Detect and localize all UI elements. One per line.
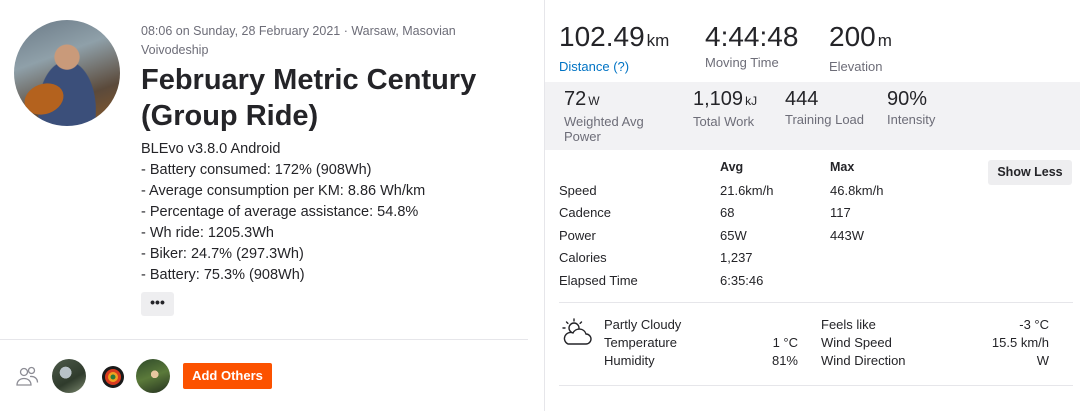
row-avg: 6:35:46 <box>720 273 764 288</box>
wind-speed-value: 15.5 km/h <box>991 335 1049 350</box>
row-label: Calories <box>559 250 607 265</box>
activity-meta: 08:06 on Sunday, 28 February 2021 · Wars… <box>141 24 456 57</box>
stat-value: 200 <box>829 21 876 52</box>
row-label: Speed <box>559 183 597 198</box>
temperature-value: 1 °C <box>772 335 798 350</box>
add-others-button[interactable]: Add Others <box>183 363 272 389</box>
stat-unit: m <box>877 31 892 50</box>
stat-value: 4:44:48 <box>705 21 799 52</box>
description-line: - Battery: 75.3% (908Wh) <box>141 267 305 283</box>
wind-direction-value: W <box>1036 353 1049 368</box>
stat-unit: km <box>646 31 670 50</box>
divider <box>0 339 528 340</box>
description-line: - Biker: 24.7% (297.3Wh) <box>141 246 304 262</box>
stat-moving-time: 4:44:48 Moving Time <box>705 20 798 71</box>
row-avg: 68 <box>720 205 735 220</box>
show-less-button[interactable]: Show Less <box>988 160 1072 185</box>
row-label: Elapsed Time <box>559 273 638 288</box>
group-athlete-avatar[interactable] <box>136 359 170 393</box>
description-line: - Average consumption per KM: 8.86 Wh/km <box>141 183 426 199</box>
stat-value: 102.49 <box>559 21 645 52</box>
stat-total-work: 1,109 kJ Total Work <box>693 88 757 129</box>
divider <box>559 385 1073 386</box>
row-avg: 1,237 <box>720 250 753 265</box>
partly-cloudy-icon <box>562 318 592 345</box>
feels-like-label: Feels like <box>821 317 876 332</box>
wind-direction-label: Wind Direction <box>821 353 906 368</box>
stat-weighted-avg-power: 72 W Weighted Avg Power <box>564 88 674 144</box>
row-max: 46.8km/h <box>830 183 884 198</box>
stat-value: 444 <box>785 88 819 110</box>
group-icon <box>16 366 39 386</box>
row-max: 443W <box>830 228 864 243</box>
stat-value: 90% <box>887 88 928 110</box>
table-row: Calories 1,237 <box>559 248 889 268</box>
athlete-avatar[interactable] <box>14 20 120 126</box>
row-label: Cadence <box>559 205 612 220</box>
description-line: - Battery consumed: 172% (908Wh) <box>141 162 372 178</box>
table-row: Elapsed Time 6:35:46 <box>559 271 889 291</box>
stat-elevation: 200 m Elevation <box>829 20 892 75</box>
activity-stats: 102.49 km Distance (?) 4:44:48 Moving Tim… <box>545 0 1080 411</box>
row-avg: 65W <box>720 228 747 243</box>
weather-condition: Partly Cloudy <box>604 317 682 332</box>
stat-label: Weighted Avg Power <box>564 114 644 144</box>
group-athlete-avatar[interactable] <box>52 359 86 393</box>
stat-label: Elevation <box>829 59 883 74</box>
activity-summary: 08:06 on Sunday, 28 February 2021 · Wars… <box>0 0 544 411</box>
row-label: Power <box>559 228 596 243</box>
group-athlete-avatar[interactable] <box>100 364 126 390</box>
more-description-button[interactable]: ••• <box>141 292 174 316</box>
stat-value: 1,109 <box>693 88 744 110</box>
stat-training-load: 444 Training Load <box>785 88 864 127</box>
activity-description: BLEvo v3.8.0 Android - Battery consumed:… <box>141 139 531 286</box>
feels-like-value: -3 °C <box>1019 317 1049 332</box>
column-header-avg: Avg <box>720 160 744 174</box>
temperature-label: Temperature <box>604 335 677 350</box>
description-line: BLEvo v3.8.0 Android <box>141 141 281 157</box>
description-line: - Wh ride: 1205.3Wh <box>141 225 274 241</box>
divider <box>559 302 1073 303</box>
humidity-label: Humidity <box>604 353 655 368</box>
stat-unit: kJ <box>745 94 758 108</box>
stat-distance: 102.49 km Distance (?) <box>559 20 669 75</box>
stat-value: 72 <box>564 88 587 110</box>
stat-unit: W <box>588 94 600 108</box>
wind-speed-label: Wind Speed <box>821 335 892 350</box>
stat-label: Intensity <box>887 112 936 127</box>
stat-intensity: 90% Intensity <box>887 88 935 127</box>
humidity-value: 81% <box>771 353 798 368</box>
table-row: Speed 21.6km/h 46.8km/h <box>559 181 889 201</box>
distance-help-link[interactable]: Distance (?) <box>559 59 669 75</box>
stat-label: Total Work <box>693 114 755 129</box>
stat-label: Moving Time <box>705 55 779 70</box>
description-line: - Percentage of average assistance: 54.8… <box>141 204 419 220</box>
row-avg: 21.6km/h <box>720 183 774 198</box>
table-row: Cadence 68 117 <box>559 203 889 223</box>
row-max: 117 <box>830 205 851 220</box>
stat-label: Training Load <box>785 112 865 127</box>
table-row: Power 65W 443W <box>559 226 889 246</box>
column-header-max: Max <box>830 160 855 174</box>
activity-title: February Metric Century (Group Ride) <box>141 64 477 132</box>
